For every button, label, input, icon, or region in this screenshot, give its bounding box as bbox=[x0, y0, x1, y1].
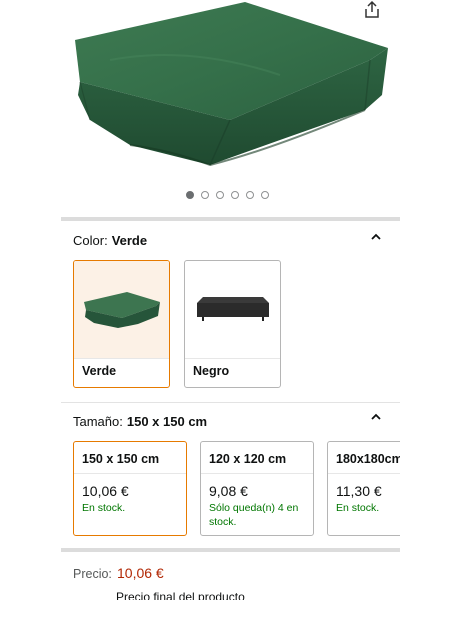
size-option-clip: 180x180cm 11,30 € En stock. bbox=[327, 441, 400, 537]
gallery-dot[interactable] bbox=[201, 191, 209, 199]
color-selected-value: Verde bbox=[111, 233, 148, 248]
swatch-image-negro bbox=[185, 261, 280, 358]
size-option-150[interactable]: 150 x 150 cm 10,06 € En stock. bbox=[73, 441, 187, 536]
price-label: Precio: bbox=[73, 567, 112, 581]
color-option-negro[interactable]: Negro bbox=[184, 260, 281, 388]
section-divider bbox=[61, 548, 400, 552]
section-divider bbox=[61, 402, 400, 403]
color-option-verde[interactable]: Verde bbox=[73, 260, 170, 388]
size-option-stock: En stock. bbox=[82, 502, 126, 514]
size-option-180[interactable]: 180x180cm 11,30 € En stock. bbox=[327, 441, 400, 536]
gallery-dot[interactable] bbox=[231, 191, 239, 199]
swatch-label: Negro bbox=[193, 364, 230, 378]
gallery-dot[interactable] bbox=[261, 191, 269, 199]
size-option-divider bbox=[328, 473, 400, 474]
swatch-divider bbox=[185, 358, 280, 359]
price-note: Precio final del producto bbox=[116, 590, 245, 600]
gallery-dots[interactable] bbox=[186, 191, 269, 199]
size-option-divider bbox=[201, 473, 313, 474]
chevron-up-icon[interactable] bbox=[370, 231, 382, 243]
color-label-row: Color: Verde bbox=[73, 233, 147, 248]
size-option-divider bbox=[74, 473, 186, 474]
size-label: Tamaño: bbox=[73, 414, 123, 429]
swatch-divider bbox=[74, 358, 169, 359]
product-gallery[interactable] bbox=[0, 0, 475, 215]
size-option-price: 11,30 € bbox=[336, 483, 382, 499]
swatch-label: Verde bbox=[82, 364, 117, 378]
chevron-up-icon[interactable] bbox=[370, 411, 382, 423]
color-label: Color: bbox=[73, 233, 108, 248]
size-selected-value: 150 x 150 cm bbox=[126, 414, 208, 429]
section-divider bbox=[61, 217, 400, 221]
size-label-row: Tamaño: 150 x 150 cm bbox=[73, 414, 207, 429]
share-icon[interactable] bbox=[362, 0, 382, 20]
gallery-dot[interactable] bbox=[186, 191, 194, 199]
size-option-price: 10,06 € bbox=[82, 483, 129, 499]
size-option-title: 180x180cm bbox=[336, 452, 400, 466]
size-option-title: 120 x 120 cm bbox=[209, 452, 287, 466]
size-option-title: 150 x 150 cm bbox=[82, 452, 160, 466]
price-value: 10,06 € bbox=[117, 565, 164, 581]
gallery-dot[interactable] bbox=[216, 191, 224, 199]
product-image[interactable] bbox=[70, 0, 390, 180]
swatch-image-verde bbox=[74, 261, 169, 358]
size-option-stock: En stock. bbox=[336, 502, 380, 514]
gallery-dot[interactable] bbox=[246, 191, 254, 199]
size-option-stock: Sólo queda(n) 4 en stock. bbox=[209, 502, 299, 528]
size-option-price: 9,08 € bbox=[209, 483, 248, 499]
size-option-120[interactable]: 120 x 120 cm 9,08 € Sólo queda(n) 4 en s… bbox=[200, 441, 314, 536]
